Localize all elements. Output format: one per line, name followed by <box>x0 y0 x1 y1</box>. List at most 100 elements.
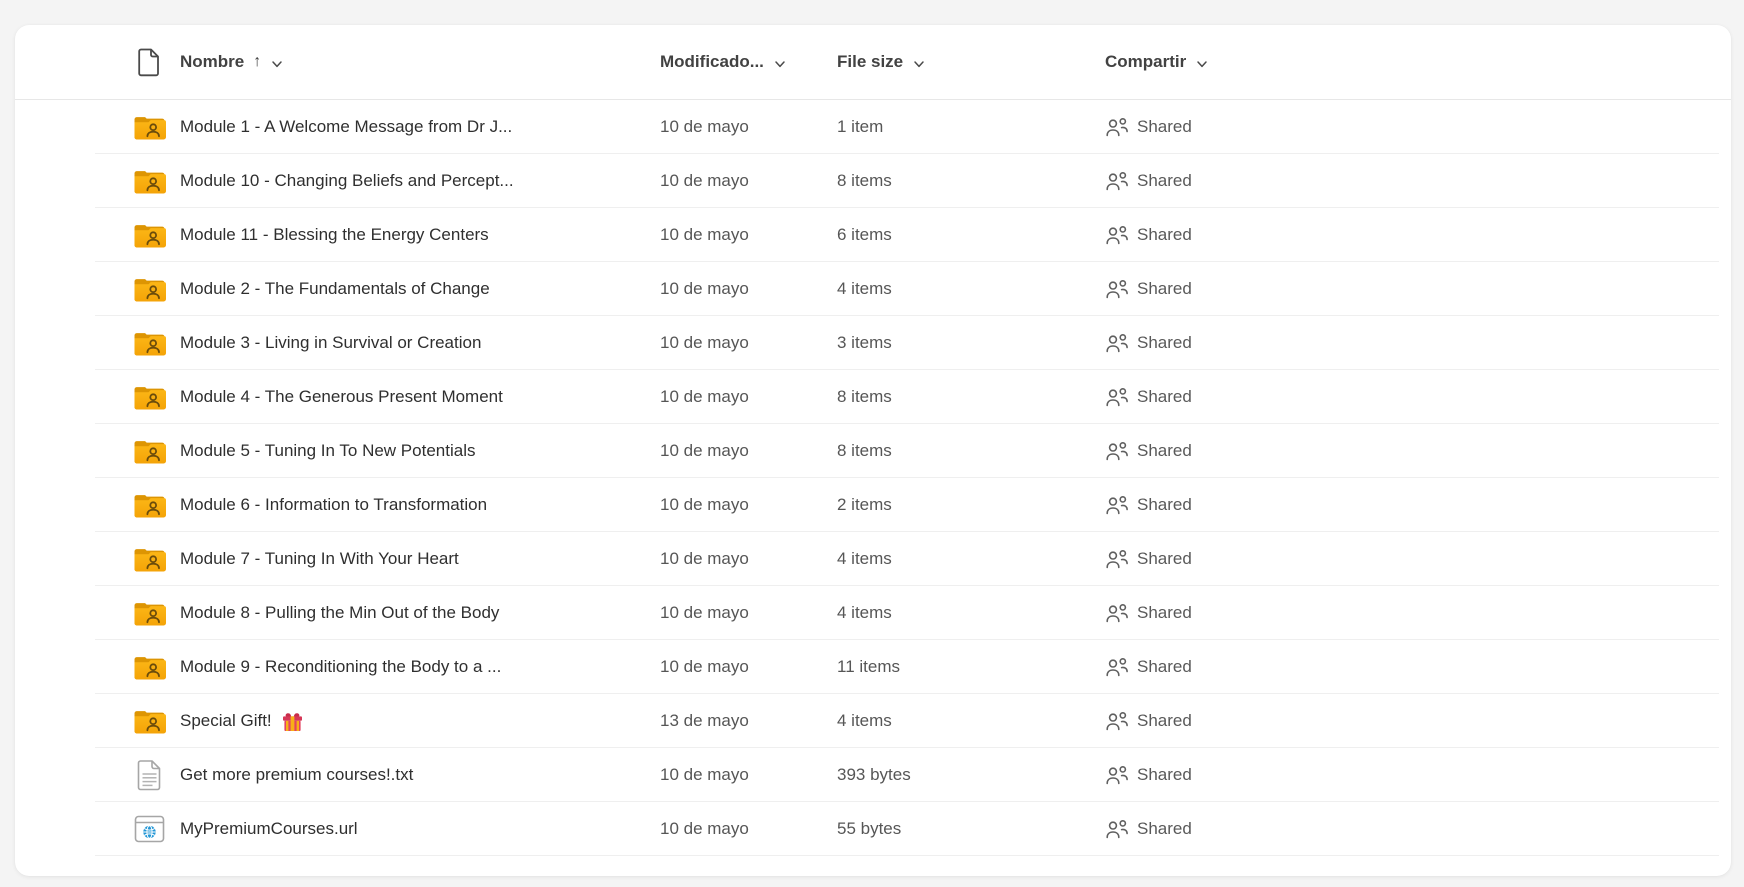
size-cell: 2 items <box>837 495 1105 515</box>
text-file-icon <box>136 759 163 792</box>
file-name-cell[interactable]: Special Gift! <box>180 710 660 732</box>
share-cell[interactable]: Shared <box>1105 657 1731 678</box>
modified-cell: 10 de mayo <box>660 171 837 191</box>
size-cell: 55 bytes <box>837 819 1105 839</box>
modified-cell: 10 de mayo <box>660 657 837 677</box>
share-label: Shared <box>1137 549 1192 569</box>
column-label: Compartir <box>1105 52 1186 72</box>
chevron-down-icon[interactable] <box>912 57 926 71</box>
list-header: Nombre ↑ Modificado... File size Compart… <box>15 25 1731 100</box>
size-cell: 8 items <box>837 441 1105 461</box>
file-name-cell[interactable]: Module 2 - The Fundamentals of Change <box>180 279 660 299</box>
file-type-icon-cell <box>118 438 180 465</box>
file-row[interactable]: Module 8 - Pulling the Min Out of the Bo… <box>15 586 1731 640</box>
file-name: Special Gift! <box>180 711 272 731</box>
share-label: Shared <box>1137 225 1192 245</box>
file-name-cell[interactable]: Module 4 - The Generous Present Moment <box>180 387 660 407</box>
people-icon <box>1105 171 1129 192</box>
size-cell: 8 items <box>837 171 1105 191</box>
file-row[interactable]: Module 4 - The Generous Present Moment 1… <box>15 370 1731 424</box>
file-type-icon-cell <box>118 276 180 303</box>
share-label: Shared <box>1137 441 1192 461</box>
chevron-down-icon[interactable] <box>1195 57 1209 71</box>
people-icon <box>1105 819 1129 840</box>
chevron-down-icon[interactable] <box>270 57 284 71</box>
modified-cell: 10 de mayo <box>660 819 837 839</box>
share-label: Shared <box>1137 117 1192 137</box>
file-name-cell[interactable]: Module 5 - Tuning In To New Potentials <box>180 441 660 461</box>
people-icon <box>1105 279 1129 300</box>
share-cell[interactable]: Shared <box>1105 387 1731 408</box>
file-row[interactable]: Module 7 - Tuning In With Your Heart 10 … <box>15 532 1731 586</box>
file-name-cell[interactable]: Module 1 - A Welcome Message from Dr J..… <box>180 117 660 137</box>
column-header-name[interactable]: Nombre ↑ <box>180 52 660 72</box>
file-row[interactable]: Module 10 - Changing Beliefs and Percept… <box>15 154 1731 208</box>
share-cell[interactable]: Shared <box>1105 279 1731 300</box>
modified-cell: 10 de mayo <box>660 441 837 461</box>
file-name: Module 2 - The Fundamentals of Change <box>180 279 490 299</box>
file-row[interactable]: Get more premium courses!.txt 10 de mayo… <box>15 748 1731 802</box>
column-header-share[interactable]: Compartir <box>1105 52 1731 72</box>
file-name-cell[interactable]: Module 11 - Blessing the Energy Centers <box>180 225 660 245</box>
share-cell[interactable]: Shared <box>1105 441 1731 462</box>
gift-icon <box>282 710 303 732</box>
modified-cell: 10 de mayo <box>660 495 837 515</box>
file-name: Module 9 - Reconditioning the Body to a … <box>180 657 501 677</box>
file-name: Module 3 - Living in Survival or Creatio… <box>180 333 481 353</box>
file-type-icon-cell <box>118 600 180 627</box>
size-cell: 4 items <box>837 549 1105 569</box>
file-name-cell[interactable]: Get more premium courses!.txt <box>180 765 660 785</box>
share-label: Shared <box>1137 711 1192 731</box>
modified-cell: 10 de mayo <box>660 117 837 137</box>
file-name-cell[interactable]: Module 6 - Information to Transformation <box>180 495 660 515</box>
share-cell[interactable]: Shared <box>1105 225 1731 246</box>
column-header-modified[interactable]: Modificado... <box>660 52 837 72</box>
file-name-cell[interactable]: Module 3 - Living in Survival or Creatio… <box>180 333 660 353</box>
file-name-cell[interactable]: Module 10 - Changing Beliefs and Percept… <box>180 171 660 191</box>
share-label: Shared <box>1137 495 1192 515</box>
share-cell[interactable]: Shared <box>1105 333 1731 354</box>
share-cell[interactable]: Shared <box>1105 495 1731 516</box>
file-row[interactable]: Module 9 - Reconditioning the Body to a … <box>15 640 1731 694</box>
file-name-cell[interactable]: MyPremiumCourses.url <box>180 819 660 839</box>
share-cell[interactable]: Shared <box>1105 711 1731 732</box>
file-row[interactable]: Module 6 - Information to Transformation… <box>15 478 1731 532</box>
size-cell: 3 items <box>837 333 1105 353</box>
share-label: Shared <box>1137 387 1192 407</box>
share-cell[interactable]: Shared <box>1105 603 1731 624</box>
people-icon <box>1105 549 1129 570</box>
url-file-icon <box>134 815 165 843</box>
people-icon <box>1105 387 1129 408</box>
people-icon <box>1105 117 1129 138</box>
file-row[interactable]: Special Gift! 13 de mayo 4 items <box>15 694 1731 748</box>
file-name-cell[interactable]: Module 7 - Tuning In With Your Heart <box>180 549 660 569</box>
share-cell[interactable]: Shared <box>1105 549 1731 570</box>
share-label: Shared <box>1137 765 1192 785</box>
shared-folder-icon <box>133 222 166 249</box>
file-row[interactable]: Module 3 - Living in Survival or Creatio… <box>15 316 1731 370</box>
size-cell: 6 items <box>837 225 1105 245</box>
column-header-size[interactable]: File size <box>837 52 1105 72</box>
file-name: Get more premium courses!.txt <box>180 765 413 785</box>
share-cell[interactable]: Shared <box>1105 117 1731 138</box>
column-label: File size <box>837 52 903 72</box>
file-name-cell[interactable]: Module 9 - Reconditioning the Body to a … <box>180 657 660 677</box>
file-row[interactable]: Module 5 - Tuning In To New Potentials 1… <box>15 424 1731 478</box>
file-row[interactable]: Module 1 - A Welcome Message from Dr J..… <box>15 100 1731 154</box>
size-cell: 1 item <box>837 117 1105 137</box>
size-cell: 8 items <box>837 387 1105 407</box>
file-name-cell[interactable]: Module 8 - Pulling the Min Out of the Bo… <box>180 603 660 623</box>
file-row[interactable]: Module 2 - The Fundamentals of Change 10… <box>15 262 1731 316</box>
modified-cell: 10 de mayo <box>660 387 837 407</box>
shared-folder-icon <box>133 600 166 627</box>
people-icon <box>1105 333 1129 354</box>
share-cell[interactable]: Shared <box>1105 765 1731 786</box>
file-row[interactable]: MyPremiumCourses.url 10 de mayo 55 bytes… <box>15 802 1731 856</box>
shared-folder-icon <box>133 438 166 465</box>
share-cell[interactable]: Shared <box>1105 171 1731 192</box>
chevron-down-icon[interactable] <box>773 57 787 71</box>
size-cell: 11 items <box>837 657 1105 677</box>
file-row[interactable]: Module 11 - Blessing the Energy Centers … <box>15 208 1731 262</box>
share-cell[interactable]: Shared <box>1105 819 1731 840</box>
size-cell: 4 items <box>837 603 1105 623</box>
